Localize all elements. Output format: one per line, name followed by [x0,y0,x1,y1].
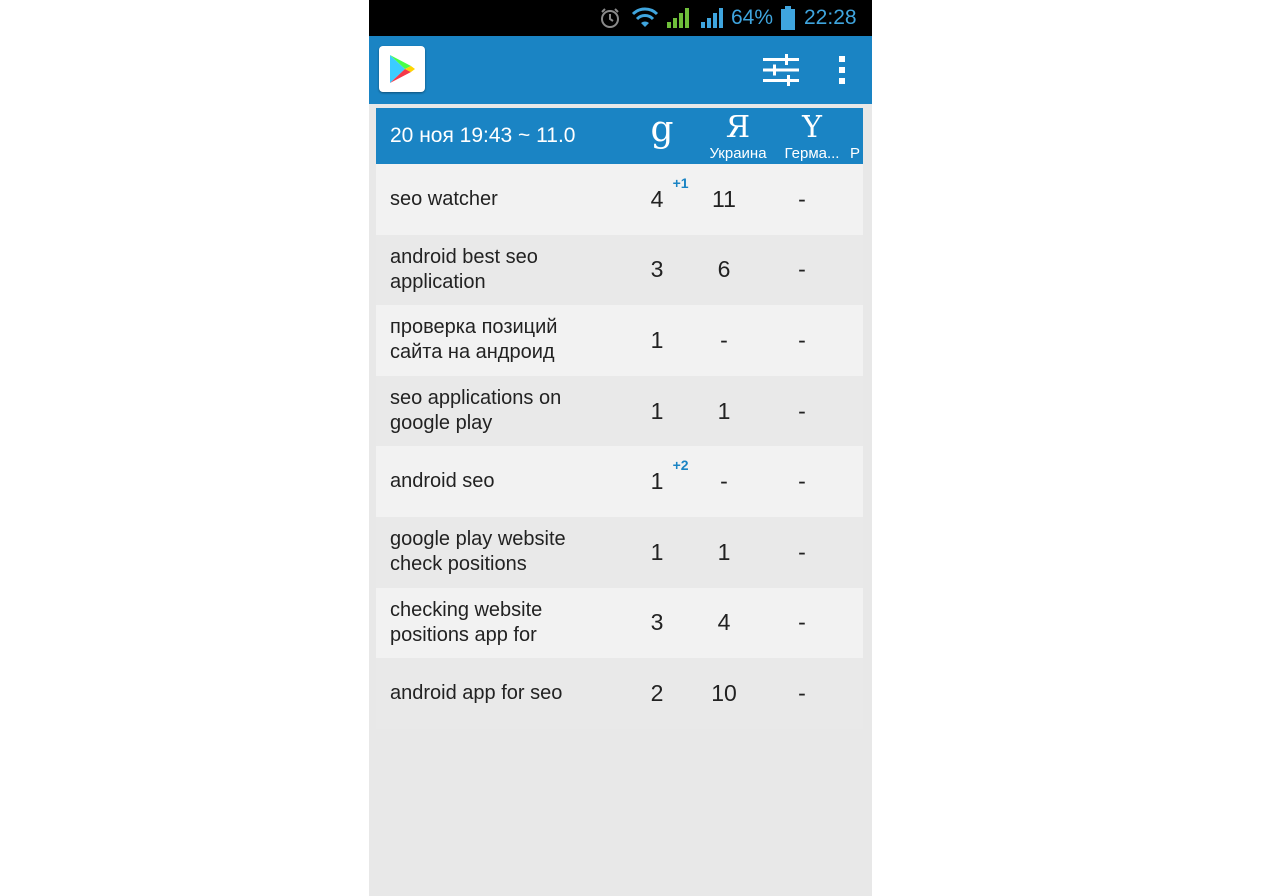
keyword-label: seo watcher [390,187,498,210]
phone-screen: 64% 22:28 20 ноя 19:43 ~ 11.0 g Я Украин… [369,0,872,896]
signal-sim1-icon [665,0,691,36]
google-play-icon[interactable] [379,46,425,92]
more-vertical-icon[interactable] [827,50,857,90]
keyword-label: android seo [390,470,495,493]
yahoo-position: - [798,256,806,283]
status-bar: 64% 22:28 [369,0,872,36]
position-value: 1 [650,468,664,495]
table-row[interactable]: seo watcher 4 +1 11 - [376,164,863,235]
table-row[interactable]: checking website positions app for 3 4 - [376,587,863,659]
wifi-icon [629,0,661,36]
position-change: +1 [672,174,689,191]
google-position: 4 +1 [634,164,689,235]
yandex-position: - [720,468,728,495]
position-value: 3 [650,256,664,283]
keyword-label: checking website positions app for [390,598,543,646]
table-row[interactable]: seo applications on google play 1 1 - [376,375,863,447]
yahoo-position: - [798,326,806,353]
yandex-position: 10 [711,679,737,706]
yandex-position: 6 [717,256,731,283]
keyword-label: google play website check positions [390,528,566,576]
yahoo-position: - [798,679,806,706]
google-icon: g [650,109,674,150]
yahoo-column-header[interactable]: Y Герма... [774,108,850,164]
google-position: 1 [634,305,680,376]
yahoo-position: - [798,468,806,495]
app-bar [369,36,872,104]
battery-icon [779,0,797,36]
google-column-header[interactable]: g [642,108,682,164]
yandex-column-header[interactable]: Я Украина [698,108,778,164]
yandex-position: 11 [712,185,736,212]
yahoo-icon: Y [802,110,822,145]
yahoo-position: - [798,609,806,636]
table-row[interactable]: android seo 1 +2 - - [376,446,863,517]
column-region: Украина [709,145,767,162]
battery-percentage: 64% [731,6,774,29]
yandex-position: 1 [717,397,731,424]
date-label: 20 ноя 19:43 ~ 11.0 [390,124,576,147]
yahoo-position: - [798,185,806,212]
yandex-position: - [720,326,728,353]
yandex-icon: Я [725,110,751,145]
yahoo-position: - [798,397,806,424]
position-value: 3 [650,609,664,636]
clock: 22:28 [804,6,857,29]
table-row[interactable]: android app for seo 2 10 - [376,658,863,729]
google-position: 1 [634,376,680,447]
position-value: 1 [650,538,664,565]
yahoo-position: - [798,538,806,565]
next-column-header[interactable]: P [850,108,863,164]
google-position: 1 [634,517,680,588]
table-row[interactable]: google play website check positions 1 1 … [376,516,863,588]
keyword-label: android app for seo [390,681,563,704]
google-position: 2 [634,658,680,729]
google-position: 3 [634,588,680,659]
alarm-icon [597,0,623,36]
table-row[interactable]: проверка позиций сайта на андроид 1 - - [376,305,863,376]
google-position: 1 +2 [634,446,689,517]
keyword-list: seo watcher 4 +1 11 - android best seo ap… [376,164,863,729]
table-row[interactable]: android best seo application 3 6 - [376,234,863,306]
position-value: 1 [650,326,664,353]
signal-sim2-icon [699,0,725,36]
column-region: Герма... [784,146,840,162]
position-value: 1 [650,397,664,424]
yandex-position: 4 [717,609,731,636]
table-header: 20 ноя 19:43 ~ 11.0 g Я Украина Y Герма.… [376,108,863,164]
sliders-icon[interactable] [761,50,801,90]
yandex-position: 1 [717,538,731,565]
column-region: P [850,145,861,162]
position-value: 4 [650,185,664,212]
position-change: +2 [672,457,689,474]
google-position: 3 [634,235,680,306]
keyword-label: android best seo application [390,245,538,293]
keyword-label: seo applications on google play [390,387,562,435]
keyword-label: проверка позиций сайта на андроид [390,316,558,364]
position-value: 2 [650,679,664,706]
